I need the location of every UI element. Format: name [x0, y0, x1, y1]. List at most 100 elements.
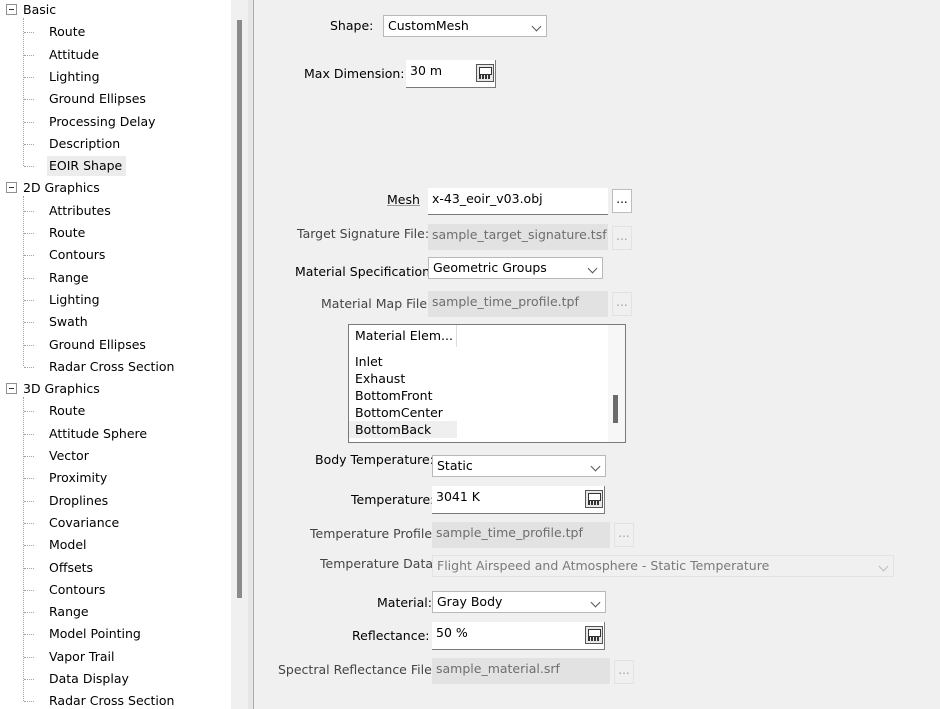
tree-connector: [24, 99, 34, 100]
tree-item[interactable]: Attributes: [0, 201, 231, 221]
calculator-icon[interactable]: [585, 626, 603, 644]
tree-connector: [24, 77, 34, 78]
properties-tree: Basic Route Attitude Lighting Ground Ellipse…: [0, 0, 231, 709]
shape-select[interactable]: CustomMesh: [383, 15, 547, 37]
tree-item[interactable]: Attitude: [0, 45, 231, 65]
tree-item-label: Attributes: [49, 203, 111, 218]
tree-item-label: Contours: [49, 582, 106, 597]
tree-connector: [24, 634, 34, 635]
tree-item[interactable]: Ground Ellipses: [0, 89, 231, 109]
tree-item[interactable]: Range: [0, 268, 231, 288]
material-elements-list[interactable]: Material Elem... Inlet Exhaust BottomFront…: [348, 324, 626, 443]
tree-item-label: Ground Ellipses: [49, 337, 146, 352]
tree-item-label: Droplines: [49, 493, 109, 508]
tree-item-label: Proximity: [49, 470, 108, 485]
tree-item[interactable]: Swath: [0, 312, 231, 332]
temperature-profile-label: Temperature Profile:: [310, 526, 437, 541]
tree-connector: [24, 122, 34, 123]
list-item[interactable]: BottomFront: [349, 387, 457, 404]
tree-connector: [24, 411, 34, 412]
target-signature-browse-button: ...: [612, 226, 632, 250]
temperature-label: Temperature:: [351, 492, 435, 507]
calculator-icon[interactable]: [585, 490, 603, 508]
spectral-reflectance-browse-button: ...: [614, 660, 634, 684]
list-item[interactable]: Exhaust: [349, 370, 457, 387]
mesh-field[interactable]: x-43_eoir_v03.obj: [428, 188, 608, 215]
tree-item[interactable]: Droplines: [0, 491, 231, 511]
tree-item[interactable]: Vapor Trail: [0, 647, 231, 667]
spectral-reflectance-label: Spectral Reflectance File:: [278, 662, 436, 677]
tree-item[interactable]: Covariance: [0, 513, 231, 533]
material-select[interactable]: Gray Body: [432, 591, 606, 613]
tree-item-label: Lighting: [49, 69, 100, 84]
target-signature-value: sample_target_signature.tsf: [432, 227, 607, 242]
tree-connector: [24, 32, 34, 33]
tree-connector: [24, 456, 34, 457]
tree-group-label: 3D Graphics: [23, 381, 100, 396]
tree-connector: [24, 545, 34, 546]
collapse-icon[interactable]: [6, 4, 17, 15]
tree-item-label: Lighting: [49, 292, 100, 307]
list-scrollbar[interactable]: [608, 325, 625, 442]
tree-item[interactable]: Model: [0, 535, 231, 555]
material-specification-select[interactable]: Geometric Groups: [428, 257, 603, 279]
list-item[interactable]: BottomBack: [349, 421, 457, 438]
spectral-reflectance-value: sample_material.srf: [436, 661, 560, 676]
tree-item[interactable]: Model Pointing: [0, 624, 231, 644]
tree-item[interactable]: Radar Cross Section: [0, 357, 231, 377]
tree-connector: [24, 501, 34, 502]
tree-connector: [24, 144, 34, 145]
material-elements-header[interactable]: Material Elem...: [349, 325, 457, 347]
tree-item[interactable]: Proximity: [0, 468, 231, 488]
tree-item-label: Attitude Sphere: [49, 426, 148, 441]
temperature-data-value: Flight Airspeed and Atmosphere - Static …: [437, 558, 770, 573]
tree-item[interactable]: Description: [0, 134, 231, 154]
tree-item-label: Data Display: [49, 671, 129, 686]
tree-item[interactable]: Contours: [0, 580, 231, 600]
list-item[interactable]: BottomCenter: [349, 404, 457, 421]
tree-connector: [24, 701, 34, 702]
tree-connector: [24, 568, 34, 569]
tree-scrollbar-thumb[interactable]: [237, 20, 242, 598]
material-map-value: sample_time_profile.tpf: [432, 294, 579, 309]
tree-item-label: Processing Delay: [49, 114, 156, 129]
tree-item[interactable]: Route: [0, 22, 231, 42]
mesh-browse-button[interactable]: ...: [612, 189, 632, 213]
tree-item-label: EOIR Shape: [47, 156, 127, 176]
collapse-icon[interactable]: [6, 182, 17, 193]
tree-item[interactable]: Lighting: [0, 290, 231, 310]
tree-item[interactable]: Route: [0, 401, 231, 421]
tree-item-label: Covariance: [49, 515, 120, 530]
tree-item-label: Contours: [49, 247, 106, 262]
list-item[interactable]: Inlet: [349, 353, 457, 370]
tree-item[interactable]: Radar Cross Section: [0, 691, 231, 709]
tree-item[interactable]: EOIR Shape: [0, 156, 231, 176]
body-temperature-label: Body Temperature:: [315, 452, 434, 467]
tree-item[interactable]: Ground Ellipses: [0, 335, 231, 355]
reflectance-field[interactable]: 50 %: [432, 622, 605, 650]
tree-item[interactable]: Vector: [0, 446, 231, 466]
tree-item[interactable]: Offsets: [0, 558, 231, 578]
tree-item[interactable]: Range: [0, 602, 231, 622]
temperature-field[interactable]: 3041 K: [432, 486, 605, 514]
collapse-icon[interactable]: [6, 383, 17, 394]
tree-item[interactable]: Lighting: [0, 67, 231, 87]
calculator-icon[interactable]: [476, 64, 494, 82]
tree-item[interactable]: Data Display: [0, 669, 231, 689]
tree-item-label: Ground Ellipses: [49, 91, 146, 106]
tree-connector: [24, 211, 34, 212]
max-dimension-value: 30 m: [410, 63, 443, 78]
shape-label: Shape:: [330, 18, 374, 33]
tree-item[interactable]: Route: [0, 223, 231, 243]
tree-item[interactable]: Attitude Sphere: [0, 424, 231, 444]
tree-scrollbar[interactable]: [231, 0, 248, 709]
tree-item[interactable]: Contours: [0, 245, 231, 265]
list-scrollbar-thumb[interactable]: [613, 395, 618, 423]
tree-connector: [24, 612, 34, 613]
mesh-label: Mesh: [387, 192, 420, 207]
body-temperature-select[interactable]: Static: [432, 455, 606, 477]
tree-line: [23, 196, 24, 366]
tree-item[interactable]: Processing Delay: [0, 112, 231, 132]
tree-item-label: Range: [49, 604, 89, 619]
tree-item-label: Vapor Trail: [49, 649, 115, 664]
